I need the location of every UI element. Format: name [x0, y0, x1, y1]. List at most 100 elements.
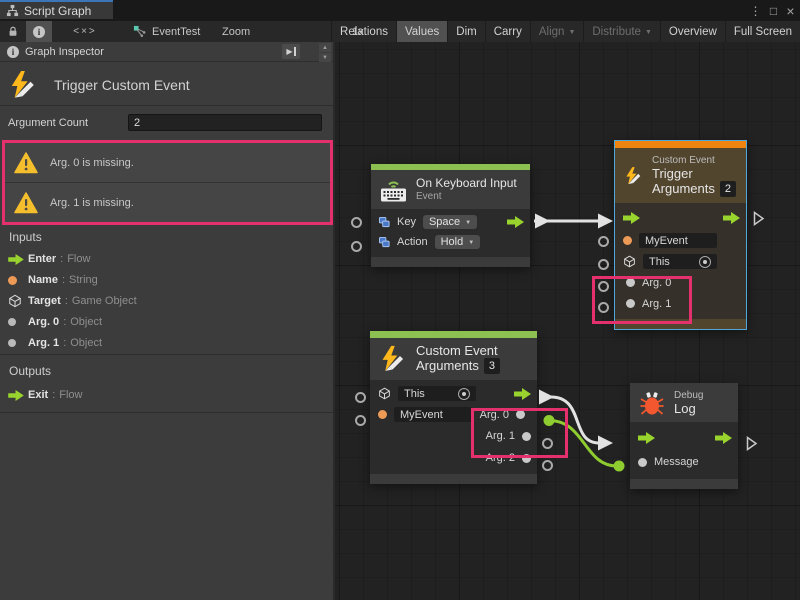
- customevent-arg2-output-port[interactable]: [542, 460, 553, 471]
- dock-panel-button[interactable]: ▶: [282, 44, 300, 59]
- target-field[interactable]: This: [398, 386, 476, 401]
- toolbar-button-distribute[interactable]: Distribute▼: [583, 21, 660, 42]
- custom-event-bolt-pencil-icon: [624, 162, 643, 190]
- custom-event-bolt-pencil-icon: [379, 345, 407, 373]
- close-icon: ×: [786, 3, 794, 19]
- message-label: Message: [654, 456, 699, 468]
- chevron-down-icon: ▼: [322, 55, 328, 61]
- object-port-icon[interactable]: [638, 458, 647, 467]
- node-body: Key Space ▼ Action Hold ▼: [371, 209, 530, 257]
- message-row: Message: [630, 450, 738, 474]
- annotation-box-trigger-args: [592, 276, 692, 324]
- inspected-unit-title: Trigger Custom Event: [0, 64, 333, 106]
- chevron-down-icon: ▼: [645, 29, 652, 36]
- toolbar-button-relations[interactable]: Relations: [331, 21, 396, 42]
- output-row-exit: Exit : Flow: [0, 385, 333, 405]
- toolbar-button-overview[interactable]: Overview: [660, 21, 725, 42]
- unity-visual-scripting-window: Script Graph ⋮ □ × i <×> EventTest: [0, 0, 800, 600]
- tab-script-graph[interactable]: Script Graph: [0, 0, 113, 19]
- event-name-field[interactable]: MyEvent: [394, 407, 472, 422]
- dock-icon: ▶: [286, 47, 292, 56]
- lock-button[interactable]: [2, 21, 24, 42]
- node-debug-log[interactable]: Debug Log Message: [630, 383, 738, 489]
- input-row-name: Name : String: [0, 270, 333, 290]
- arguments-count-badge: 2: [720, 181, 736, 197]
- flow-output-port[interactable]: [507, 216, 524, 228]
- cube-icon: [8, 294, 28, 308]
- cube-icon[interactable]: [378, 387, 391, 400]
- section-divider: [0, 354, 333, 355]
- scroll-up-button[interactable]: ▲: [319, 43, 331, 52]
- object-picker-icon[interactable]: [458, 388, 470, 400]
- action-dropdown[interactable]: Hold ▼: [435, 235, 481, 249]
- node-header: Debug Log: [630, 383, 738, 422]
- trigger-name-input-port[interactable]: [598, 236, 609, 247]
- argument-count-row: Argument Count 2: [0, 108, 333, 138]
- inspector-toggle-button[interactable]: i: [26, 21, 52, 42]
- action-label: Action: [397, 236, 428, 248]
- toolbar-button-carry[interactable]: Carry: [485, 21, 530, 42]
- annotation-box-customevent-args: [471, 408, 568, 458]
- string-port-icon[interactable]: [378, 410, 387, 419]
- input-row-arg0: Arg. 0 : Object: [0, 312, 333, 332]
- warning-text: Arg. 0 is missing.: [50, 157, 134, 169]
- lock-icon: [7, 25, 19, 38]
- input-row-target: Target : Game Object: [0, 291, 333, 311]
- warning-row: Arg. 1 is missing.: [5, 182, 330, 222]
- graph-breadcrumb[interactable]: EventTest: [133, 21, 200, 42]
- event-node-color-bar: [370, 331, 537, 338]
- event-name-field[interactable]: MyEvent: [639, 233, 717, 248]
- window-close-button[interactable]: ×: [782, 0, 799, 21]
- arguments-count-badge: 3: [484, 358, 500, 374]
- toolbar-button-values[interactable]: Values: [396, 21, 447, 42]
- inspector-header-title: Graph Inspector: [25, 46, 104, 58]
- code-icon: <×>: [73, 26, 97, 37]
- toolbar-button-fullscreen[interactable]: Full Screen: [725, 21, 800, 42]
- chevron-up-icon: ▲: [322, 45, 328, 51]
- flow-input-port[interactable]: [623, 212, 640, 224]
- unit-title-label: Trigger Custom Event: [54, 77, 190, 93]
- info-icon: i: [33, 26, 45, 38]
- zoom-label: Zoom: [222, 21, 250, 42]
- node-title: Log: [674, 402, 703, 416]
- toolbar-button-align[interactable]: Align▼: [530, 21, 584, 42]
- keyboard-key-input-port[interactable]: [351, 217, 362, 228]
- unconnected-flow-arrowhead[interactable]: [753, 211, 765, 226]
- warning-row: Arg. 0 is missing.: [5, 143, 330, 182]
- flow-arrow-icon: [8, 254, 28, 265]
- key-dropdown[interactable]: Space ▼: [423, 215, 477, 229]
- node-on-keyboard-input[interactable]: On Keyboard Input Event Key Space ▼: [371, 164, 530, 267]
- node-header: On Keyboard Input Event: [371, 170, 530, 209]
- chevron-down-icon: ▼: [568, 29, 575, 36]
- object-port-icon: [8, 318, 28, 326]
- toolbar-button-dim[interactable]: Dim: [447, 21, 484, 42]
- customevent-name-input-port[interactable]: [355, 415, 366, 426]
- node-body: Message: [630, 422, 738, 479]
- object-picker-icon[interactable]: [699, 256, 711, 268]
- target-field[interactable]: This: [643, 254, 717, 269]
- window-maximize-button[interactable]: □: [765, 0, 782, 21]
- flow-output-port[interactable]: [723, 212, 740, 224]
- flow-output-port[interactable]: [514, 388, 531, 400]
- flow-row: [630, 425, 738, 450]
- input-row-enter: Enter : Flow: [0, 249, 333, 269]
- warning-icon: [14, 192, 38, 214]
- argument-count-input[interactable]: 2: [128, 114, 322, 131]
- string-port-icon[interactable]: [623, 236, 632, 245]
- trigger-target-input-port[interactable]: [598, 259, 609, 270]
- argument-count-label: Argument Count: [8, 117, 88, 129]
- keyboard-action-input-port[interactable]: [351, 241, 362, 252]
- window-menu-button[interactable]: ⋮: [747, 0, 764, 21]
- scroll-down-button[interactable]: ▼: [319, 53, 331, 62]
- flow-output-port[interactable]: [715, 432, 732, 444]
- arguments-label: Arguments: [416, 359, 479, 373]
- cube-icon[interactable]: [623, 255, 636, 268]
- flow-input-port[interactable]: [638, 432, 655, 444]
- arguments-label: Arguments: [652, 182, 715, 196]
- graph-name-label: EventTest: [152, 26, 200, 38]
- node-subtitle: Event: [416, 190, 517, 203]
- input-row-arg1: Arg. 1 : Object: [0, 333, 333, 353]
- customevent-target-input-port[interactable]: [355, 392, 366, 403]
- unconnected-flow-arrowhead[interactable]: [746, 436, 758, 451]
- code-preview-button[interactable]: <×>: [66, 21, 104, 42]
